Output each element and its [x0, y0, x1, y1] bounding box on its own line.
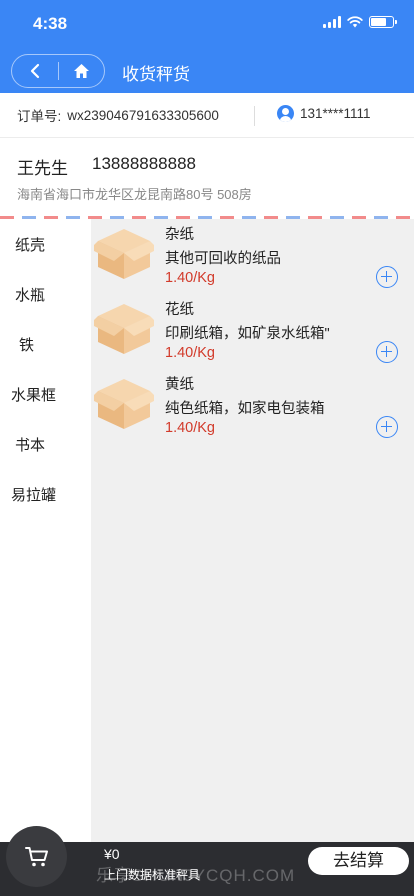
add-icon[interactable]	[376, 416, 398, 438]
signal-icon	[323, 16, 341, 28]
box-icon	[94, 229, 154, 279]
battery-icon	[369, 16, 397, 28]
product-item: 杂纸 其他可回收的纸品 1.40/Kg	[91, 219, 414, 294]
product-list: 杂纸 其他可回收的纸品 1.40/Kg 花纸 印刷纸箱，如矿泉水纸箱" 1.40…	[91, 219, 414, 842]
status-icons	[323, 16, 397, 28]
product-description: 印刷纸箱，如矿泉水纸箱"	[165, 326, 330, 342]
category-item[interactable]: 书本	[0, 419, 91, 469]
address-card: 王先生 13888888888 海南省海口市龙华区龙昆南路80号 508房	[0, 138, 414, 216]
contact-phone: 13888888888	[92, 154, 197, 173]
page-title: 收货秤货	[122, 65, 190, 84]
category-item[interactable]: 易拉罐	[0, 469, 91, 519]
order-number: wx239046791633305600	[67, 107, 219, 123]
order-info-row: 订单号: wx239046791633305600 131****1111	[0, 93, 414, 138]
home-button[interactable]	[59, 55, 105, 87]
add-icon[interactable]	[376, 266, 398, 288]
back-button[interactable]	[12, 55, 58, 87]
address-line: 海南省海口市龙华区龙昆南路80号 508房	[17, 187, 252, 202]
nav-capsule	[11, 54, 105, 88]
category-item[interactable]: 铁	[0, 319, 91, 369]
category-item[interactable]: 水瓶	[0, 269, 91, 319]
product-item: 黄纸 纯色纸箱，如家电包装箱 1.40/Kg	[91, 369, 414, 444]
customer-phone: 131****1111	[300, 106, 371, 121]
customer-phone-block: 131****1111	[277, 105, 371, 122]
contact-name: 王先生	[17, 159, 68, 178]
product-description: 其他可回收的纸品	[165, 251, 281, 267]
cart-icon	[24, 846, 48, 866]
category-item[interactable]: 水果框	[0, 369, 91, 419]
product-item: 花纸 印刷纸箱，如矿泉水纸箱" 1.40/Kg	[91, 294, 414, 369]
add-icon[interactable]	[376, 341, 398, 363]
category-sidebar: 纸壳 水瓶 铁 水果框 书本 易拉罐	[0, 219, 91, 842]
product-price: 1.40/Kg	[165, 270, 215, 286]
app-header: 4:38 收货秤货	[0, 0, 414, 93]
product-description: 纯色纸箱，如家电包装箱	[165, 401, 325, 417]
product-name: 黄纸	[165, 377, 194, 393]
status-time: 4:38	[33, 14, 68, 33]
order-row-divider	[254, 106, 255, 126]
checkout-button[interactable]: 去结算	[308, 847, 409, 875]
category-item[interactable]: 纸壳	[0, 219, 91, 269]
product-price: 1.40/Kg	[165, 420, 215, 436]
cart-button[interactable]	[6, 826, 67, 887]
product-price: 1.40/Kg	[165, 345, 215, 361]
box-icon	[94, 379, 154, 429]
wifi-icon	[347, 16, 363, 28]
user-icon	[277, 105, 294, 122]
watermark: 乐享SHUNJYCQH.COM	[96, 866, 296, 885]
box-icon	[94, 304, 154, 354]
product-name: 花纸	[165, 302, 194, 318]
order-number-label: 订单号:	[17, 109, 62, 124]
cart-total: ¥0	[104, 846, 120, 862]
product-name: 杂纸	[165, 227, 194, 243]
home-icon	[73, 64, 89, 78]
back-icon	[30, 63, 39, 79]
